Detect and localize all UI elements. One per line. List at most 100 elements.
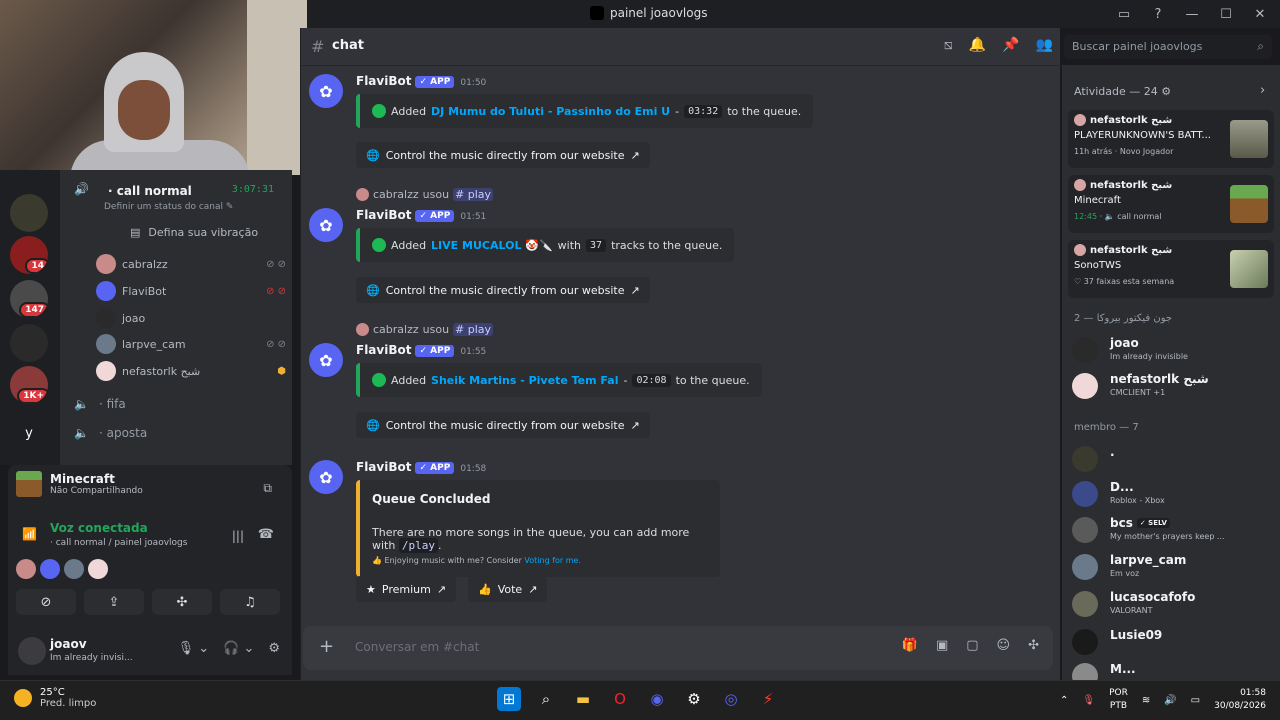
username[interactable]: joaov xyxy=(50,637,87,651)
vibe-button[interactable]: ▤ Defina sua vibração xyxy=(130,226,258,239)
gift-icon[interactable]: 🎁 xyxy=(902,638,918,653)
weather-widget[interactable]: 25°C Pred. limpo xyxy=(14,687,96,709)
server-icon-3[interactable]: 147 xyxy=(10,280,48,318)
vote-link[interactable]: Voting for me. xyxy=(524,556,581,565)
premium-button[interactable]: ★ Premium ↗ xyxy=(356,576,457,602)
member-item[interactable]: Lusie09 xyxy=(1072,627,1272,661)
avatar[interactable] xyxy=(16,559,36,579)
member-item[interactable]: bcs ✓ SELV My mother's prayers keep ... xyxy=(1072,515,1272,549)
windows-start-icon[interactable]: ⊞ xyxy=(497,687,521,711)
server-icon-4[interactable] xyxy=(10,324,48,362)
screen-share-button[interactable]: ⇪ xyxy=(84,589,144,615)
threads-icon[interactable]: ⧅ xyxy=(944,37,953,53)
pin-icon[interactable]: 📌 xyxy=(1002,37,1019,53)
voice-channel-aposta[interactable]: 🔈 · aposta xyxy=(74,426,147,440)
avatar[interactable] xyxy=(88,559,108,579)
command-reply[interactable]: cabralzz usou # play xyxy=(356,188,494,201)
opera-icon[interactable]: O xyxy=(608,687,632,711)
close-button[interactable]: ✕ xyxy=(1250,4,1270,24)
member-item[interactable]: nefastorlk شبح CMCLIENT +1 xyxy=(1072,371,1272,405)
minimize-button[interactable]: — xyxy=(1182,4,1202,24)
file-explorer-icon[interactable]: ▬ xyxy=(571,687,595,711)
activity-card[interactable]: nefastorlk شبح Minecraft 12:45 · 🔈 call … xyxy=(1068,175,1274,233)
voice-user[interactable]: joao xyxy=(96,307,286,329)
message-author[interactable]: FlaviBot ✓ APP 01:55 xyxy=(356,343,486,357)
disconnect-icon[interactable]: ☎ xyxy=(258,527,274,542)
voice-channel-fifa[interactable]: 🔈 · fifa xyxy=(74,397,126,411)
bot-avatar[interactable]: ✿ xyxy=(309,74,343,108)
notification-bell-icon[interactable]: 🔔 xyxy=(969,37,986,53)
soundboard-button[interactable]: ♫ xyxy=(220,589,280,615)
voice-user[interactable]: nefastorlk شبح ⬢ xyxy=(96,360,286,382)
microphone-icon[interactable]: 🎙 xyxy=(1082,695,1095,706)
bot-avatar[interactable]: ✿ xyxy=(309,208,343,242)
activity-card[interactable]: nefastorlk شبح PLAYERUNKNOWN'S BATT... 1… xyxy=(1068,110,1274,168)
channel-status-prompt[interactable]: Definir um status do canal ✎ xyxy=(104,202,233,212)
message-author[interactable]: FlaviBot ✓ APP 01:50 xyxy=(356,74,486,88)
member-item[interactable]: D... Roblox - Xbox xyxy=(1072,479,1272,513)
bot-avatar[interactable]: ✿ xyxy=(309,460,343,494)
noise-suppression-icon[interactable]: ||| xyxy=(232,529,244,543)
chevron-right-icon[interactable]: › xyxy=(1260,83,1265,98)
settings-gear-icon[interactable]: ⚙ xyxy=(268,641,280,656)
member-item[interactable]: lucasocafofo VALORANT xyxy=(1072,589,1272,623)
voice-channel-call-normal[interactable]: 🔊 · call normal 3:07:31 Definir um statu… xyxy=(68,174,288,214)
member-list-icon[interactable]: 👥 xyxy=(1036,37,1053,53)
language-indicator[interactable]: POR PTB xyxy=(1109,687,1128,713)
chevron-up-icon[interactable]: ⌃ xyxy=(1060,695,1068,706)
message-composer[interactable]: + Conversar em #chat 🎁 ▣ ▢ ☺ ✣ xyxy=(303,626,1053,670)
search-input[interactable]: Buscar painel joaovlogs ⌕ xyxy=(1064,35,1272,59)
clock[interactable]: 01:58 30/08/2026 xyxy=(1214,687,1266,713)
apps-icon[interactable]: ✣ xyxy=(1028,638,1039,653)
message-author[interactable]: FlaviBot ✓ APP 01:51 xyxy=(356,208,486,222)
gif-icon[interactable]: ▣ xyxy=(936,638,948,653)
power-app-icon[interactable]: ⚡ xyxy=(756,687,780,711)
activity-header[interactable]: Atividade — 24 ⚙ › xyxy=(1074,83,1265,98)
microphone-icon[interactable]: 🎙 ⌄ xyxy=(178,641,210,656)
voice-user[interactable]: FlaviBot ⊘ ⊘ xyxy=(96,280,286,302)
activity-user: nefastorlk شبح xyxy=(1074,244,1172,256)
help-icon[interactable]: ? xyxy=(1148,4,1168,24)
member-item[interactable]: . xyxy=(1072,444,1272,478)
battery-icon[interactable]: ▭ xyxy=(1191,695,1200,706)
server-icon-y[interactable]: y xyxy=(10,414,48,452)
camera-off-button[interactable]: ⊘ xyxy=(16,589,76,615)
chat-app-icon[interactable]: ◎ xyxy=(719,687,743,711)
voice-user[interactable]: larpve_cam ⊘ ⊘ xyxy=(96,333,286,355)
message-author[interactable]: FlaviBot ✓ APP 01:58 xyxy=(356,460,486,474)
member-item[interactable]: joao Im already invisible xyxy=(1072,335,1272,369)
activity-card[interactable]: nefastorlk شبح SonoTWS ♡ 37 faixas esta … xyxy=(1068,240,1274,298)
track-link[interactable]: Sheik Martins - Pivete Tem Fal xyxy=(431,374,618,387)
inbox-icon[interactable]: ▭ xyxy=(1114,4,1134,24)
avatar[interactable] xyxy=(64,559,84,579)
bot-avatar[interactable]: ✿ xyxy=(309,343,343,377)
emoji-icon[interactable]: ☺ xyxy=(997,638,1011,653)
member-item[interactable]: larpve_cam Em voz xyxy=(1072,552,1272,586)
wifi-icon[interactable]: ≋ xyxy=(1142,695,1150,706)
search-icon[interactable]: ⌕ xyxy=(534,687,558,711)
control-music-button[interactable]: 🌐 Control the music directly from our web… xyxy=(356,412,650,438)
playlist-link[interactable]: LIVE MUCALOL 🤡🔪 xyxy=(431,239,553,252)
voice-connected-label[interactable]: Voz conectada xyxy=(50,521,148,535)
command-reply[interactable]: cabralzz usou # play xyxy=(356,323,494,336)
vote-button[interactable]: 👍 Vote ↗ xyxy=(468,576,548,602)
server-icon-5[interactable]: 1K+ xyxy=(10,366,48,404)
stream-icon[interactable]: ⧉ xyxy=(263,481,272,496)
voice-user[interactable]: cabralzz ⊘ ⊘ xyxy=(96,253,286,275)
track-link[interactable]: DJ Mumu do Tuluti - Passinho do Emi U xyxy=(431,105,670,118)
avatar[interactable] xyxy=(40,559,60,579)
discord-icon[interactable]: ◉ xyxy=(645,687,669,711)
headphones-icon[interactable]: 🎧 ⌄ xyxy=(223,641,254,656)
control-music-button[interactable]: 🌐 Control the music directly from our web… xyxy=(356,142,650,168)
activities-button[interactable]: ✣ xyxy=(152,589,212,615)
add-attachment-icon[interactable]: + xyxy=(319,638,334,656)
avatar[interactable] xyxy=(18,637,46,665)
steam-icon[interactable]: ⚙ xyxy=(682,687,706,711)
message-input-placeholder[interactable]: Conversar em #chat xyxy=(355,640,479,654)
volume-icon[interactable]: 🔊 xyxy=(1164,695,1176,706)
sticker-icon[interactable]: ▢ xyxy=(966,638,978,653)
control-music-button[interactable]: 🌐 Control the music directly from our web… xyxy=(356,277,650,303)
server-icon-2[interactable]: 14 xyxy=(10,236,48,274)
maximize-button[interactable]: ☐ xyxy=(1216,4,1236,24)
server-icon-1[interactable] xyxy=(10,194,48,232)
